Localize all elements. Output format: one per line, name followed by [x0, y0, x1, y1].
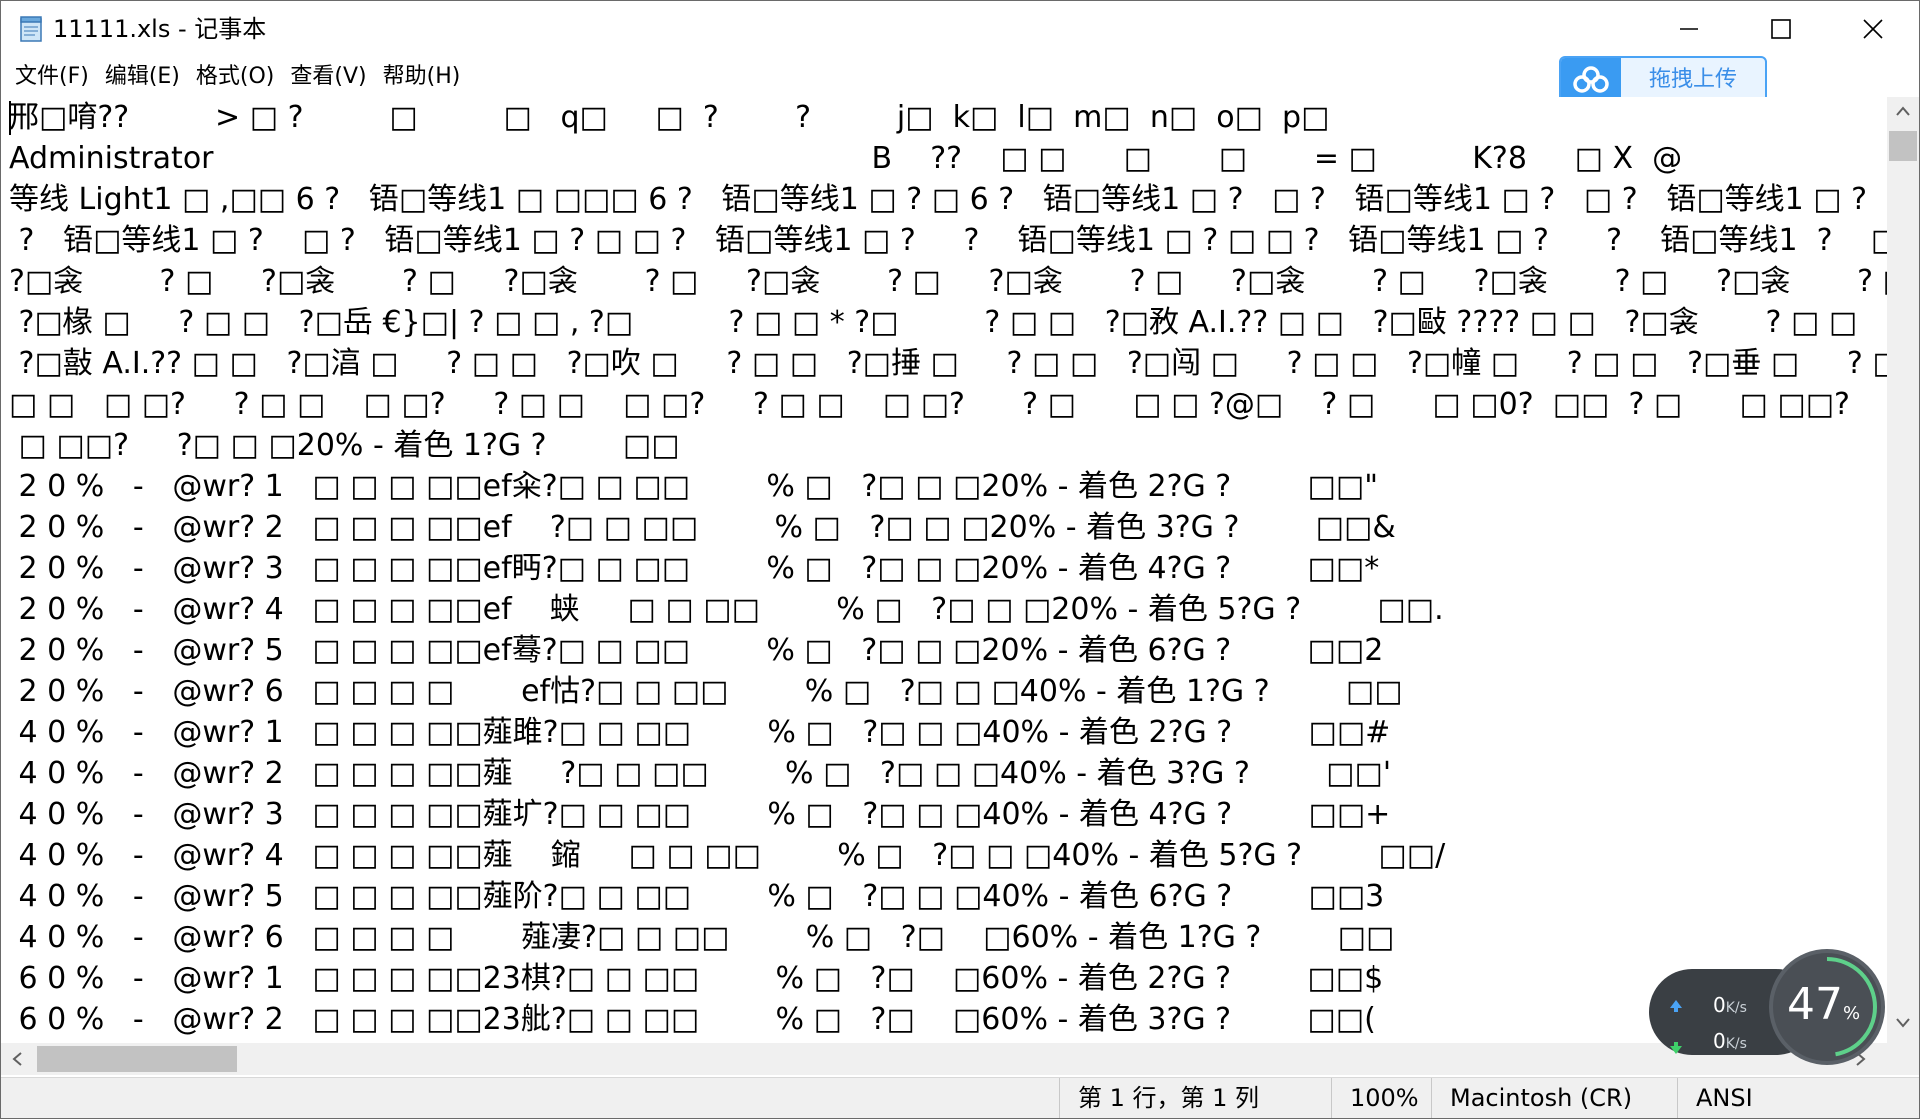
status-bar: 第 1 行，第 1 列 100% Macintosh (CR) ANSI	[1, 1077, 1919, 1118]
text-line: ?□敼 A.I.?? □ □ ?□湻 □ ? □ □ ?□吹 □ ? □ □ ?…	[18, 346, 1887, 381]
drag-upload-label: 拖拽上传	[1648, 67, 1737, 92]
text-editor[interactable]: 邢□唷?? > □ ? □ □ q□ □ ? ? j□ k□ l□ m□ n□ …	[1, 97, 1887, 1043]
status-zoom: 100%	[1331, 1078, 1430, 1118]
window-title: 11111.xls - 记事本	[53, 15, 267, 43]
text-line: 4 0 % - @wr? 6 □ □ □ □ 薤凄?□ □ □□ % □ ?□ …	[9, 920, 1395, 955]
menu-edit[interactable]: 编辑(E)	[97, 59, 188, 95]
text-line: Administrator B ?? □ □ □ □ = □ K?8 □ X @	[9, 141, 1683, 176]
text-line: 2 0 % - @wr? 1 □ □ □ □□ef籴?□ □ □□ % □ ?□…	[9, 469, 1378, 504]
text-line: ?□椽 □ ? □ □ ?□岳 €}□| ? □ □ , ?□ ? □ □ * …	[9, 305, 1887, 340]
maximize-icon	[1771, 19, 1791, 39]
text-line: 2 0 % - @wr? 3 □ □ □ □□ef眄?□ □ □□ % □ ?□…	[9, 551, 1380, 586]
download-speed: 0K/s	[1713, 1029, 1747, 1053]
menu-format[interactable]: 格式(O)	[188, 59, 282, 95]
status-line-ending: Macintosh (CR)	[1431, 1078, 1680, 1118]
text-line: 邢□唷?? > □ ? □ □ q□ □ ? ? j□ k□ l□ m□ n□ …	[9, 100, 1330, 135]
text-line: 2 0 % - @wr? 2 □ □ □ □□ef ?□ □ □□ % □ ?□…	[9, 510, 1396, 545]
scroll-left-icon[interactable]	[11, 1051, 23, 1067]
title-bar[interactable]: 11111.xls - 记事本	[1, 1, 1919, 57]
text-line: 4 0 % - @wr? 1 □ □ □ □□薤雎?□ □ □□ % □ ?□ …	[9, 715, 1391, 750]
minimize-button[interactable]	[1643, 1, 1735, 57]
close-icon	[1863, 19, 1883, 39]
text-line: 4 0 % - @wr? 3 □ □ □ □□薤圹?□ □ □□ % □ ?□ …	[9, 797, 1391, 832]
horizontal-scroll-thumb[interactable]	[37, 1046, 237, 1072]
text-line: □ □□? ?□ □ □20% - 着色 1?G ? □□	[9, 428, 680, 463]
horizontal-scrollbar[interactable]	[1, 1043, 1887, 1075]
usage-percent: 47%	[1787, 979, 1861, 1030]
text-line: ?□衾 ? □ ?□衾 ? □ ?□衾 ? □ ?□衾 ? □ ?□衾 ? □ …	[9, 264, 1887, 299]
upload-arrow-icon	[1670, 1000, 1682, 1012]
text-line: 2 0 % - @wr? 5 □ □ □ □□ef蓦?□ □ □□ % □ ?□…	[9, 633, 1384, 668]
scroll-up-icon[interactable]	[1895, 105, 1911, 117]
text-line: 2 0 % - @wr? 6 □ □ □ □ ef怙?□ □ □□ % □ ?□…	[9, 674, 1403, 709]
download-arrow-icon	[1670, 1042, 1682, 1054]
upload-speed: 0K/s	[1713, 993, 1747, 1017]
menu-file[interactable]: 文件(F)	[7, 59, 97, 95]
menu-view[interactable]: 查看(V)	[282, 59, 374, 95]
text-line: 4 0 % - @wr? 2 □ □ □ □□薤 ?□ □ □□ % □ ?□ …	[9, 756, 1392, 791]
text-line: 6 0 % - @wr? 2 □ □ □ □□23舭?□ □ □□ % □ ?□…	[9, 1002, 1376, 1037]
text-line: □ □ □ □? ? □ □ □ □? ? □ □ □ □? ? □ □ □ □…	[9, 387, 1850, 422]
scrollbar-corner	[1887, 1043, 1919, 1075]
text-line: 4 0 % - @wr? 5 □ □ □ □□薤阶?□ □ □□ % □ ?□ …	[9, 879, 1385, 914]
status-encoding: ANSI	[1677, 1078, 1896, 1118]
menu-help[interactable]: 帮助(H)	[375, 59, 469, 95]
vertical-scrollbar[interactable]	[1887, 97, 1919, 1043]
minimize-icon	[1680, 28, 1698, 30]
text-line: 4 0 % - @wr? 4 □ □ □ □□薤 鏥 □ □ □□ % □ ?□…	[9, 838, 1446, 873]
notepad-window: 11111.xls - 记事本 文件(F) 编辑(E) 格式(O) 查看(V) …	[0, 0, 1920, 1119]
text-line: 2 0 % - @wr? 4 □ □ □ □□ef 蛱 □ □ □□ % □ ?…	[9, 592, 1444, 627]
notepad-icon	[20, 16, 42, 42]
baidu-cloud-icon	[1561, 58, 1621, 102]
close-button[interactable]	[1827, 1, 1919, 57]
network-speed-widget[interactable]: 0K/s 0K/s 47%	[1649, 949, 1885, 1069]
maximize-button[interactable]	[1735, 1, 1827, 57]
status-cursor-position: 第 1 行，第 1 列	[1059, 1078, 1259, 1118]
text-line: 6 0 % - @wr? 1 □ □ □ □□23棋?□ □ □□ % □ ?□…	[9, 961, 1384, 996]
vertical-scroll-thumb[interactable]	[1889, 131, 1917, 161]
scroll-down-icon[interactable]	[1895, 1017, 1911, 1029]
text-line: 等线 Light1 □ ,□□ 6 ? 铻□等线1 □ □□□ 6 ? 铻□等线…	[9, 182, 1887, 217]
text-line: ? 铻□等线1 □ ? □ ? 铻□等线1 □ ? □ □ ? 铻□等线1 □ …	[9, 223, 1887, 258]
